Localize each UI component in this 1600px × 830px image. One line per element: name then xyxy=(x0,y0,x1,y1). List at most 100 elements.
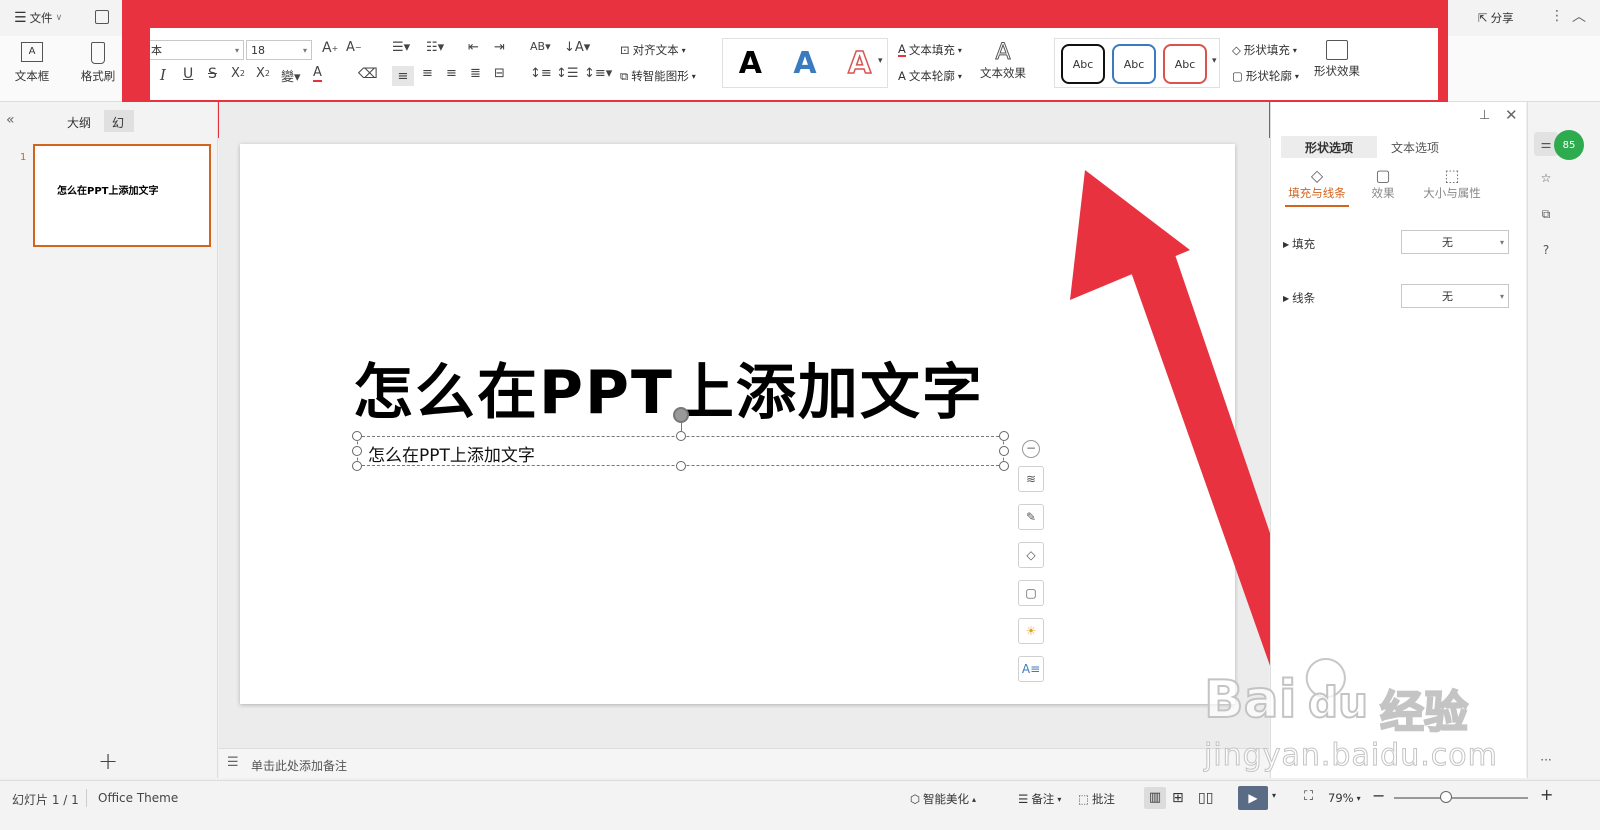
zoom-slider-thumb[interactable] xyxy=(1440,791,1452,803)
layers-icon[interactable]: ≋ xyxy=(1018,466,1044,492)
rotate-handle[interactable] xyxy=(673,407,689,423)
play-menu-icon[interactable]: ▾ xyxy=(1272,791,1276,800)
status-divider xyxy=(86,789,87,807)
pen-icon[interactable]: ✎ xyxy=(1018,504,1044,530)
resize-handle[interactable] xyxy=(676,431,686,441)
line-value: 无 xyxy=(1442,290,1453,303)
text-wrap-icon[interactable]: A≡ xyxy=(1018,656,1044,682)
star-icon[interactable]: ☆ xyxy=(1534,166,1558,190)
save-icon[interactable] xyxy=(95,10,109,24)
hamburger-icon: ☰ xyxy=(14,10,27,26)
idea-icon[interactable]: ☀ xyxy=(1018,618,1044,644)
share-button[interactable]: ⇱ 分享 xyxy=(1478,10,1514,26)
file-menu-label: 文件 xyxy=(29,11,53,25)
properties-panel: ⊥ ✕ 形状选项 文本选项 ◇ 填充与线条 ▢ 效果 ⬚ 大小与属性 ▶ 填充 … xyxy=(1270,102,1526,778)
textbox-content[interactable]: 怎么在PPT上添加文字 xyxy=(368,441,535,466)
rotate-connector xyxy=(681,423,682,431)
sorter-view-icon[interactable]: ⊞ xyxy=(1172,787,1184,809)
help-icon[interactable]: ? xyxy=(1534,238,1558,262)
chevron-down-icon: ▾ xyxy=(1499,291,1504,301)
zoom-value: 79% xyxy=(1328,791,1354,805)
chevron-up-icon: ▴ xyxy=(972,794,977,804)
zoom-select[interactable]: 79% ▾ xyxy=(1328,791,1361,805)
subtab-size-label: 大小与属性 xyxy=(1423,186,1481,200)
comments-toggle[interactable]: ⬚ 批注 xyxy=(1078,791,1115,807)
zoom-out-icon[interactable]: − xyxy=(1372,786,1385,805)
smart-beautify-button[interactable]: ⬡ 智能美化 ▴ xyxy=(910,791,976,807)
brush-icon xyxy=(91,42,105,64)
notes-toggle[interactable]: ☰ 备注 ▾ xyxy=(1018,791,1061,807)
left-panel: « 大纲 幻 1 怎么在PPT上添加文字 + xyxy=(0,102,218,778)
slide-number: 1 xyxy=(20,152,27,163)
close-panel-icon[interactable]: ✕ xyxy=(1505,106,1518,124)
textbox-icon: A xyxy=(21,42,43,62)
fill-icon[interactable]: ◇ xyxy=(1018,542,1044,568)
theme-name: Office Theme xyxy=(98,791,179,805)
fill-select[interactable]: 无 ▾ xyxy=(1401,230,1509,254)
slide-thumbnail[interactable]: 怎么在PPT上添加文字 xyxy=(33,144,211,247)
zoom-in-icon[interactable]: + xyxy=(1540,785,1553,804)
resize-handle[interactable] xyxy=(999,461,1009,471)
fit-window-icon[interactable]: ⛶ xyxy=(1304,789,1313,804)
subtab-fill-line-label: 填充与线条 xyxy=(1288,186,1346,200)
expand-icon: ▶ xyxy=(1283,239,1290,249)
right-sidebar: ⚌ 85 ☆ ⧉ ? ··· xyxy=(1527,102,1600,778)
add-slide-button[interactable]: + xyxy=(98,747,118,775)
line-select[interactable]: 无 ▾ xyxy=(1401,284,1509,308)
tab-shape-options[interactable]: 形状选项 xyxy=(1281,136,1377,158)
line-section-toggle[interactable]: ▶ 线条 xyxy=(1283,290,1315,306)
fill-value: 无 xyxy=(1442,236,1453,249)
tab-text-options[interactable]: 文本选项 xyxy=(1391,139,1439,156)
size-icon: ⬚ xyxy=(1444,166,1460,185)
resize-handle[interactable] xyxy=(352,446,362,456)
format-brush-label: 格式刷 xyxy=(80,69,116,83)
resize-handle[interactable] xyxy=(352,431,362,441)
subtab-fill-line[interactable]: ◇ 填充与线条 xyxy=(1285,166,1349,207)
textbox-button[interactable]: A 文本框 xyxy=(8,42,56,84)
collapse-panel-icon[interactable]: « xyxy=(6,112,15,128)
fill-section-toggle[interactable]: ▶ 填充 xyxy=(1283,236,1315,252)
collapse-ribbon-icon[interactable]: ︿ xyxy=(1572,6,1586,26)
more-vertical-icon[interactable]: ⋮ xyxy=(1550,8,1564,24)
tab-outline[interactable]: 大纲 xyxy=(67,114,91,131)
collapse-float-icon[interactable]: − xyxy=(1022,440,1040,458)
slide-title[interactable]: 怎么在PPT上添加文字 xyxy=(353,344,984,431)
subtab-effect[interactable]: ▢ 效果 xyxy=(1363,166,1403,201)
file-menu[interactable]: ☰ 文件 ∨ xyxy=(14,10,62,26)
chevron-down-icon: ▾ xyxy=(1356,793,1361,803)
selected-textbox[interactable]: 怎么在PPT上添加文字 xyxy=(352,407,1009,471)
more-icon[interactable]: ··· xyxy=(1534,748,1558,772)
resize-handle[interactable] xyxy=(999,431,1009,441)
notes-toggle-label: 备注 xyxy=(1031,792,1055,806)
notes-toggle-icon: ☰ xyxy=(1018,792,1029,806)
badge-value: 85 xyxy=(1562,139,1576,151)
format-brush-button[interactable]: 格式刷 xyxy=(74,42,122,84)
fill-label: 填充 xyxy=(1292,237,1316,251)
subtab-effect-label: 效果 xyxy=(1371,186,1395,200)
comments-label: 批注 xyxy=(1091,792,1115,806)
reading-view-icon[interactable]: ▯▯ xyxy=(1198,787,1213,809)
pin-icon[interactable]: ⊥ xyxy=(1479,108,1490,123)
zoom-slider-track[interactable] xyxy=(1394,797,1528,799)
normal-view-icon[interactable]: ▥ xyxy=(1144,787,1166,809)
notes-placeholder: 单击此处添加备注 xyxy=(251,759,348,773)
tab-slides[interactable]: 幻 xyxy=(104,110,134,132)
beautify-icon: ⬡ xyxy=(910,792,921,806)
resize-handle[interactable] xyxy=(352,461,362,471)
expand-icon: ▶ xyxy=(1283,293,1290,303)
notes-bar[interactable]: ☰ 单击此处添加备注 xyxy=(219,748,1269,778)
line-label: 线条 xyxy=(1292,291,1316,305)
textbox-label: 文本框 xyxy=(14,69,50,83)
smart-beautify-label: 智能美化 xyxy=(923,792,970,806)
comment-icon: ⬚ xyxy=(1078,792,1089,806)
notes-icon: ☰ xyxy=(227,755,239,770)
resize-handle[interactable] xyxy=(999,446,1009,456)
effect-icon: ▢ xyxy=(1375,166,1391,185)
copy-icon[interactable]: ⧉ xyxy=(1534,202,1558,226)
play-button[interactable]: ▶ xyxy=(1238,786,1268,810)
resize-handle[interactable] xyxy=(676,461,686,471)
tab-shape-options-label: 形状选项 xyxy=(1304,141,1353,155)
slide-info: 幻灯片 1 / 1 xyxy=(12,793,79,807)
frame-icon[interactable]: ▢ xyxy=(1018,580,1044,606)
subtab-size[interactable]: ⬚ 大小与属性 xyxy=(1419,166,1485,201)
